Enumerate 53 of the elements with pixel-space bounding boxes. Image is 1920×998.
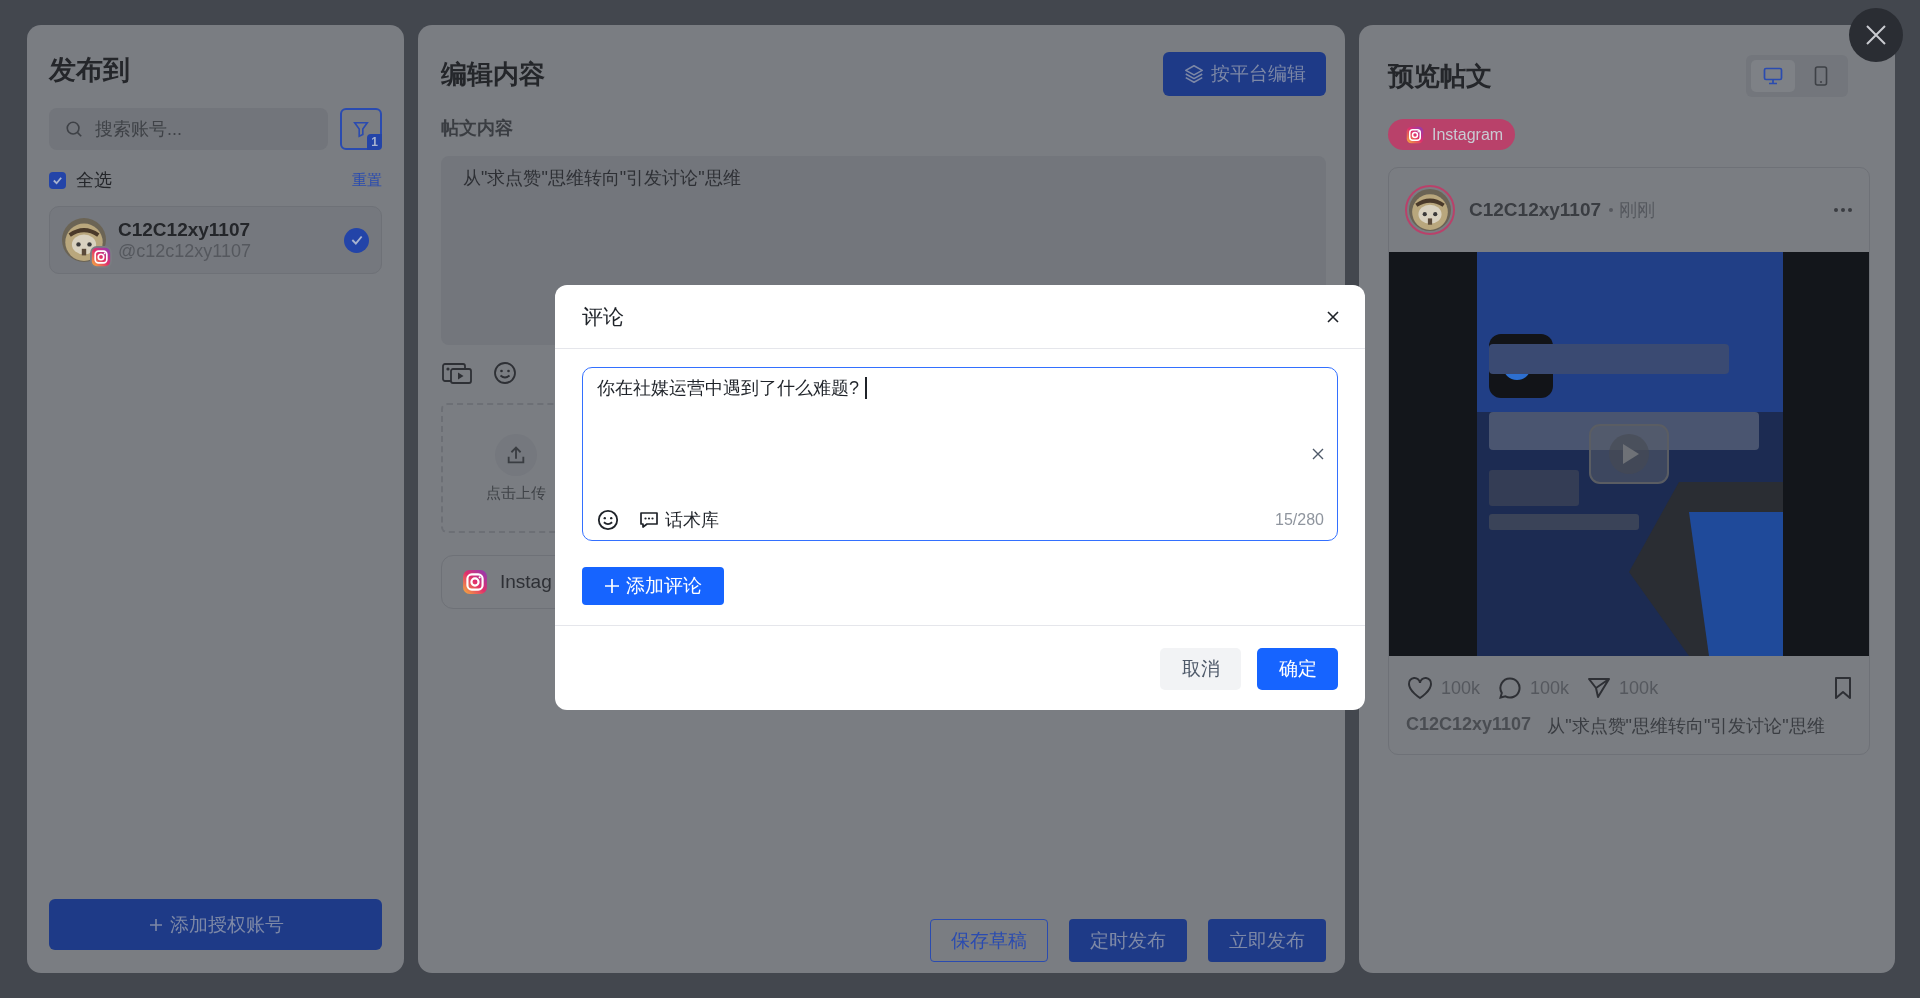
upload-label: 点击上传 [486,483,546,503]
checkbox[interactable] [49,171,66,189]
filter-icon [352,120,370,138]
text-cursor [865,377,867,399]
account-name: C12C12xy1107 [1469,199,1602,221]
platform-badge: Instagram [1388,119,1516,150]
account-name: C12C12xy1107 [118,218,252,241]
confirm-button[interactable]: 确定 [1257,648,1338,690]
count-badge: 1 [367,134,382,150]
panel-title: 编辑内容 [441,57,545,91]
comment-box[interactable]: 你在社媒运营中遇到了什么难题? 话术库 15/280 [582,367,1338,541]
post-caption: 从"求点赞"思维转向"引发讨论"思维 [1547,715,1825,738]
phone-icon [1814,66,1828,86]
more-icon[interactable] [1833,207,1853,213]
logo-icon [91,247,111,267]
close-icon[interactable] [1326,309,1340,324]
layers-icon [1183,63,1205,85]
send-icon[interactable] [1587,677,1612,699]
check-icon [52,174,63,186]
heart-icon[interactable] [1407,676,1433,700]
chat-icon [639,511,659,529]
close-button[interactable] [1849,8,1903,62]
checkbox-label: 全选 [76,169,112,192]
search-icon [65,120,83,138]
action-button[interactable]: 立即发布 [1208,919,1326,962]
panel-title: 发布到 [49,54,131,87]
dialog-title: 评论 [582,303,624,330]
bookmark-icon[interactable] [1833,676,1853,700]
action-button[interactable]: 定时发布 [1069,919,1187,962]
monitor-icon [1763,67,1783,85]
plus-icon [147,916,164,933]
logo-icon [1406,125,1424,144]
plus-icon [604,578,620,594]
cancel-button[interactable]: 取消 [1160,648,1241,690]
media-icon[interactable] [441,361,473,385]
action-button[interactable]: 保存草稿 [930,919,1048,962]
panel-title: 预览帖文 [1388,59,1492,93]
field-label: 帖文内容 [441,117,514,140]
device-toggle[interactable] [1751,60,1795,92]
library-button[interactable]: 话术库 [639,508,719,532]
reset-link[interactable]: 重置 [352,170,382,190]
clear-icon[interactable] [1312,448,1324,460]
add-comment-button[interactable]: 添加评论 [582,567,724,605]
logo-icon [462,569,488,595]
close-icon [1865,24,1887,46]
emoji-icon[interactable] [597,509,619,531]
filter-button[interactable]: 1 [340,108,382,150]
add-account-button[interactable]: 添加授权账号 [49,899,382,950]
play-icon[interactable] [1589,424,1669,484]
char-counter: 15/280 [1275,511,1324,529]
comment-icon[interactable] [1498,676,1523,700]
platform-edit-button[interactable]: 按平台编辑 [1163,52,1326,96]
comment-input[interactable]: 你在社媒运营中遇到了什么难题? [597,376,859,400]
